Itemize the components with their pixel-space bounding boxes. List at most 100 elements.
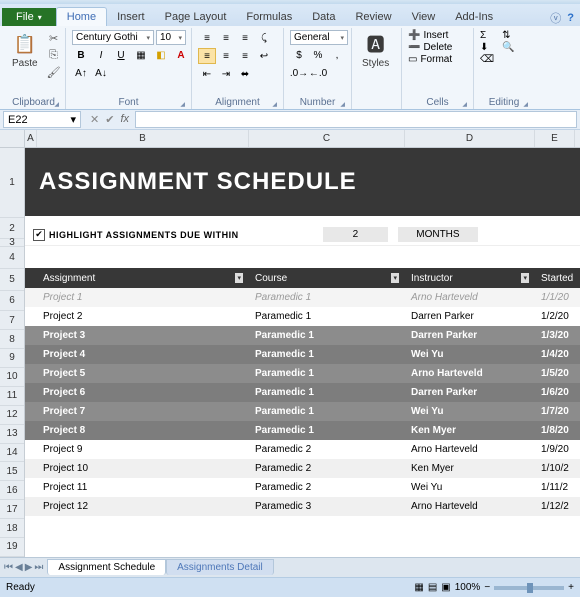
row-header[interactable]: 13 <box>0 425 24 444</box>
wrap-text-button[interactable]: ↩ <box>255 48 273 64</box>
cut-icon[interactable]: ✂ <box>46 30 62 46</box>
tab-home[interactable]: Home <box>56 7 107 26</box>
filter-dropdown-icon[interactable]: ▾ <box>391 273 399 283</box>
italic-button[interactable]: I <box>92 47 110 63</box>
row-header[interactable]: 10 <box>0 368 24 387</box>
paste-button[interactable]: 📋 Paste <box>8 30 42 71</box>
col-header[interactable]: C <box>249 130 405 147</box>
table-row[interactable]: Project 1Paramedic 1Arno Harteveld1/1/20 <box>25 288 580 307</box>
comma-button[interactable]: , <box>328 47 346 63</box>
minimize-ribbon-icon[interactable]: ⓥ <box>550 10 561 26</box>
tab-view[interactable]: View <box>402 8 446 26</box>
styles-button[interactable]: 🅰 Styles <box>358 30 393 71</box>
find-button[interactable]: 🔍 <box>502 42 514 53</box>
view-layout-icon[interactable]: ▤ <box>428 582 437 593</box>
align-middle-button[interactable]: ≡ <box>217 30 235 46</box>
tab-last-icon[interactable]: ⏭ <box>34 562 43 573</box>
tab-addins[interactable]: Add-Ins <box>445 8 503 26</box>
align-center-button[interactable]: ≡ <box>217 48 235 64</box>
percent-button[interactable]: % <box>309 47 327 63</box>
enter-formula-icon[interactable]: ✔ <box>105 113 114 126</box>
select-all-corner[interactable] <box>0 130 24 148</box>
row-header[interactable]: 14 <box>0 444 24 463</box>
view-normal-icon[interactable]: ▦ <box>414 582 423 593</box>
fill-button[interactable]: ⬇ <box>480 42 494 53</box>
tab-file[interactable]: File <box>2 8 56 26</box>
orientation-button[interactable]: ⤹ <box>255 30 273 46</box>
font-name-combo[interactable]: Century Gothi▾ <box>72 30 154 45</box>
col-header[interactable]: E <box>535 130 575 147</box>
row-header[interactable]: 7 <box>0 311 24 330</box>
table-row[interactable]: Project 5Paramedic 1Arno Harteveld1/5/20 <box>25 364 580 383</box>
row-header[interactable]: 8 <box>0 330 24 349</box>
insert-button[interactable]: ➕Insert <box>408 30 452 41</box>
col-assignment[interactable]: Assignment▾ <box>37 273 249 284</box>
highlight-checkbox[interactable]: ✔ <box>33 229 45 241</box>
table-row[interactable]: Project 12Paramedic 3Arno Harteveld1/12/… <box>25 497 580 516</box>
underline-button[interactable]: U <box>112 47 130 63</box>
col-header[interactable]: D <box>405 130 535 147</box>
row-header[interactable]: 15 <box>0 462 24 481</box>
tab-prev-icon[interactable]: ◀ <box>15 562 23 573</box>
font-color-button[interactable]: A <box>172 47 190 63</box>
grid-body[interactable]: ASSIGNMENT SCHEDULE ✔ HIGHLIGHT ASSIGNME… <box>25 148 580 557</box>
table-row[interactable]: Project 11Paramedic 2Wei Yu1/11/2 <box>25 478 580 497</box>
row-header[interactable]: 1 <box>0 148 24 218</box>
number-format-combo[interactable]: General▾ <box>290 30 348 45</box>
name-box[interactable]: E22▾ <box>3 111 81 128</box>
table-row[interactable]: Project 9Paramedic 2Arno Harteveld1/9/20 <box>25 440 580 459</box>
format-painter-icon[interactable]: 🖌 <box>46 64 62 80</box>
sheet-tab-other[interactable]: Assignments Detail <box>166 559 274 575</box>
fx-icon[interactable]: fx <box>120 113 129 126</box>
zoom-out-button[interactable]: − <box>484 582 490 593</box>
shrink-font-button[interactable]: A↓ <box>92 65 110 81</box>
align-top-button[interactable]: ≡ <box>198 30 216 46</box>
bold-button[interactable]: B <box>72 47 90 63</box>
table-row[interactable]: Project 7Paramedic 1Wei Yu1/7/20 <box>25 402 580 421</box>
row-header[interactable]: 4 <box>0 247 24 269</box>
row-header[interactable]: 12 <box>0 406 24 425</box>
table-row[interactable]: Project 6Paramedic 1Darren Parker1/6/20 <box>25 383 580 402</box>
row-header[interactable]: 3 <box>0 239 24 247</box>
autosum-button[interactable]: Σ <box>480 30 494 41</box>
row-header[interactable]: 11 <box>0 387 24 406</box>
table-row[interactable]: Project 8Paramedic 1Ken Myer1/8/20 <box>25 421 580 440</box>
tab-next-icon[interactable]: ▶ <box>25 562 33 573</box>
align-right-button[interactable]: ≡ <box>236 48 254 64</box>
zoom-in-button[interactable]: + <box>568 582 574 593</box>
decrease-indent-button[interactable]: ⇤ <box>198 66 216 82</box>
col-instructor[interactable]: Instructor▾ <box>405 273 535 284</box>
tab-review[interactable]: Review <box>345 8 401 26</box>
filter-dropdown-icon[interactable]: ▾ <box>235 273 243 283</box>
tab-first-icon[interactable]: ⏮ <box>4 562 13 573</box>
col-started[interactable]: Started <box>535 273 575 284</box>
align-bottom-button[interactable]: ≡ <box>236 30 254 46</box>
increase-indent-button[interactable]: ⇥ <box>217 66 235 82</box>
row-header[interactable]: 16 <box>0 481 24 500</box>
format-button[interactable]: ▭Format <box>408 54 452 65</box>
filter-dropdown-icon[interactable]: ▾ <box>521 273 529 283</box>
row-header[interactable]: 17 <box>0 500 24 519</box>
zoom-thumb[interactable] <box>527 583 533 593</box>
highlight-value[interactable]: 2 <box>323 227 389 242</box>
fill-color-button[interactable]: ◧ <box>152 47 170 63</box>
row-header[interactable]: 19 <box>0 538 24 557</box>
tab-page-layout[interactable]: Page Layout <box>155 8 237 26</box>
col-header[interactable]: B <box>37 130 249 147</box>
formula-input[interactable] <box>135 111 577 128</box>
delete-button[interactable]: ➖Delete <box>408 42 452 53</box>
align-left-button[interactable]: ≡ <box>198 48 216 64</box>
clear-button[interactable]: ⌫ <box>480 54 494 65</box>
row-header[interactable]: 5 <box>0 269 24 291</box>
row-header[interactable]: 18 <box>0 519 24 538</box>
grow-font-button[interactable]: A↑ <box>72 65 90 81</box>
decrease-decimal-button[interactable]: ←.0 <box>309 65 327 81</box>
row-header[interactable]: 9 <box>0 349 24 368</box>
table-row[interactable]: Project 10Paramedic 2Ken Myer1/10/2 <box>25 459 580 478</box>
font-size-combo[interactable]: 10▾ <box>156 30 186 45</box>
help-icon[interactable]: ? <box>567 12 574 24</box>
currency-button[interactable]: $ <box>290 47 308 63</box>
cancel-formula-icon[interactable]: ✕ <box>90 113 99 126</box>
row-header[interactable]: 2 <box>0 218 24 240</box>
table-row[interactable]: Project 3Paramedic 1Darren Parker1/3/20 <box>25 326 580 345</box>
